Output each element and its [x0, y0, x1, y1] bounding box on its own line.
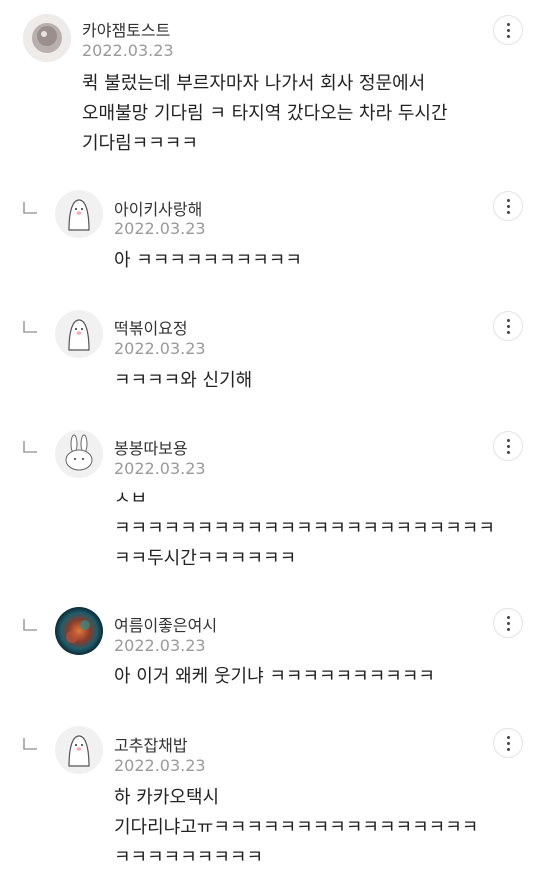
rabbit-avatar-icon: [55, 430, 103, 478]
reply-arrow-icon: [23, 202, 37, 214]
comment-text: 아 이거 왜케 웃기냐 ㅋㅋㅋㅋㅋㅋㅋㅋㅋㅋ: [114, 666, 435, 687]
more-options-button[interactable]: [493, 15, 523, 45]
reply-arrow-icon: [23, 441, 37, 453]
avatar[interactable]: [55, 190, 103, 238]
comment-date: 2022.03.23: [114, 636, 206, 655]
photo-avatar: [55, 607, 103, 655]
avatar[interactable]: [23, 14, 71, 62]
more-vertical-icon: [506, 22, 510, 38]
more-options-button[interactable]: [493, 608, 523, 638]
comment-text: 아 ㅋㅋㅋㅋㅋㅋㅋㅋㅋㅋ: [114, 250, 302, 271]
comment-date: 2022.03.23: [114, 219, 206, 238]
more-options-button[interactable]: [493, 431, 523, 461]
comment-author[interactable]: 여름이좋은여시: [114, 612, 217, 636]
more-vertical-icon: [506, 318, 510, 334]
more-vertical-icon: [506, 615, 510, 631]
comment-text: 퀵 불렀는데 부르자마자 나가서 회사 정문에서 오매불망 기다림 ㅋ 타지역 …: [82, 73, 448, 154]
ghost-avatar-icon: [55, 190, 103, 238]
more-options-button[interactable]: [493, 728, 523, 758]
avatar[interactable]: [55, 310, 103, 358]
avatar[interactable]: [55, 607, 103, 655]
more-options-button[interactable]: [493, 311, 523, 341]
comment-author[interactable]: 고추잡채밥: [114, 732, 188, 756]
comment-date: 2022.03.23: [114, 756, 206, 775]
more-vertical-icon: [506, 438, 510, 454]
comment-text: ㅅㅂ ㅋㅋㅋㅋㅋㅋㅋㅋㅋㅋㅋㅋㅋㅋㅋㅋㅋㅋㅋㅋㅋㅋㅋ ㅋㅋ두시간ㅋㅋㅋㅋㅋㅋ: [114, 488, 495, 569]
comment-author[interactable]: 카야잼토스트: [82, 17, 170, 41]
ghost-avatar-icon: [55, 310, 103, 358]
comment-text: 하 카카오택시 기다리냐고ㅠㅋㅋㅋㅋㅋㅋㅋㅋㅋㅋㅋㅋㅋㅋㅋㅋ ㅋㅋㅋㅋㅋㅋㅋㅋㅋ: [114, 787, 479, 868]
more-vertical-icon: [506, 198, 510, 214]
comment-date: 2022.03.23: [82, 41, 174, 60]
more-vertical-icon: [506, 735, 510, 751]
comment-author[interactable]: 떡볶이요정: [114, 315, 188, 339]
comment-text: ㅋㅋㅋㅋ와 신기해: [114, 370, 253, 391]
comment-date: 2022.03.23: [114, 459, 206, 478]
avatar[interactable]: [55, 430, 103, 478]
reply-arrow-icon: [23, 619, 37, 631]
ghost-avatar-icon: [55, 726, 103, 774]
avatar[interactable]: [55, 726, 103, 774]
reply-arrow-icon: [23, 738, 37, 750]
reply-arrow-icon: [23, 321, 37, 333]
more-options-button[interactable]: [493, 191, 523, 221]
comment-author[interactable]: 아이키사랑해: [114, 196, 202, 220]
comment-date: 2022.03.23: [114, 339, 206, 358]
comment-author[interactable]: 봉봉따보용: [114, 435, 188, 459]
